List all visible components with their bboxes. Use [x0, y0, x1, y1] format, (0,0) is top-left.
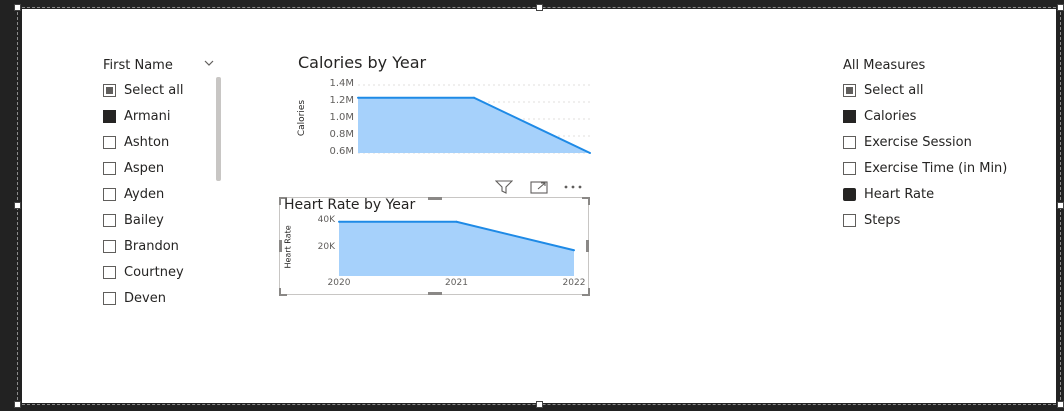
y-axis-label: Calories	[297, 99, 307, 137]
resize-corner-top-right[interactable]	[582, 197, 590, 205]
checkbox[interactable]	[103, 239, 116, 253]
slicer-item-label: Brandon	[124, 238, 179, 254]
checkbox[interactable]	[843, 109, 856, 123]
slicer-item[interactable]: Ashton	[103, 132, 169, 152]
slicer-item[interactable]: Brandon	[103, 236, 179, 256]
y-tick-label: 20K	[317, 241, 335, 252]
slicer-item-label: Steps	[864, 212, 901, 228]
slicer-item[interactable]: Exercise Session	[843, 132, 972, 152]
slicer-item[interactable]: Courtney	[103, 262, 184, 282]
resize-edge-right[interactable]	[586, 240, 589, 252]
resize-handle-top-left[interactable]	[14, 4, 21, 11]
slicer-item-label: Ayden	[124, 186, 165, 202]
x-tick-label: 2021	[445, 278, 468, 288]
resize-edge-top[interactable]	[428, 197, 442, 200]
checkbox[interactable]	[103, 213, 116, 227]
resize-edge-left[interactable]	[279, 240, 282, 252]
y-tick-label: 0.8M	[329, 129, 354, 140]
slicer-item-label: Exercise Session	[864, 134, 972, 150]
slicer-item-label: Armani	[124, 108, 171, 124]
checkbox[interactable]	[103, 187, 116, 201]
x-tick-label: 2020	[327, 278, 351, 288]
checkbox[interactable]	[843, 161, 856, 175]
checkbox[interactable]	[843, 83, 856, 97]
slicer-item[interactable]: Steps	[843, 210, 900, 230]
slicer-item-label: Bailey	[124, 212, 164, 228]
resize-edge-bottom[interactable]	[428, 292, 442, 295]
checkbox[interactable]	[103, 291, 116, 305]
resize-handle-left[interactable]	[14, 202, 21, 209]
checkbox[interactable]	[103, 265, 116, 279]
slicer-scrollbar[interactable]	[216, 77, 221, 181]
slicer-item[interactable]: Deven	[103, 288, 166, 308]
more-options-icon[interactable]	[563, 180, 583, 194]
resize-corner-bottom-right[interactable]	[582, 288, 590, 296]
y-tick-label: 40K	[317, 214, 335, 225]
chart-title: Calories by Year	[298, 53, 427, 72]
y-tick-label: 0.6M	[329, 146, 354, 157]
slicer-item[interactable]: Armani	[103, 106, 171, 126]
resize-handle-right[interactable]	[1057, 202, 1064, 209]
slicer-item-label: Select all	[864, 82, 924, 98]
slicer-item[interactable]: Select all	[103, 80, 183, 100]
checkbox[interactable]	[103, 83, 116, 97]
resize-corner-bottom-left[interactable]	[279, 288, 287, 296]
slicer-item[interactable]: Aspen	[103, 158, 164, 178]
x-tick-label: 2022	[562, 278, 586, 288]
resize-handle-top-right[interactable]	[1057, 4, 1064, 11]
resize-handle-bottom-left[interactable]	[14, 401, 21, 408]
slicer-item-label: Exercise Time (in Min)	[864, 160, 1008, 176]
checkbox[interactable]	[843, 135, 856, 149]
slicer-item[interactable]: Heart Rate	[843, 184, 934, 204]
slicer-item[interactable]: Ayden	[103, 184, 164, 204]
y-tick-label: 1.2M	[329, 95, 354, 106]
y-tick-label: 1.4M	[329, 78, 354, 89]
focus-mode-icon[interactable]	[530, 180, 548, 194]
y-tick-label: 1.0M	[329, 112, 354, 123]
slicer-item-label: Courtney	[124, 264, 184, 280]
slicer-item-label: Ashton	[124, 134, 170, 150]
filter-icon[interactable]	[495, 180, 513, 194]
chart-title: Heart Rate by Year	[284, 197, 416, 213]
chevron-down-icon[interactable]	[202, 56, 216, 70]
slicer-item-label: Deven	[124, 290, 166, 306]
checkbox[interactable]	[103, 109, 116, 123]
resize-handle-bottom[interactable]	[536, 401, 543, 408]
slicer-item[interactable]: Calories	[843, 106, 916, 126]
checkbox[interactable]	[843, 213, 856, 227]
checkbox[interactable]	[843, 187, 856, 201]
resize-handle-bottom-right[interactable]	[1057, 401, 1064, 408]
resize-handle-top[interactable]	[536, 4, 543, 11]
slicer-item-label: Select all	[124, 82, 184, 98]
slicer-item-label: Aspen	[124, 160, 165, 176]
checkbox[interactable]	[103, 161, 116, 175]
slicer-item[interactable]: Select all	[843, 80, 923, 100]
checkbox[interactable]	[103, 135, 116, 149]
slicer-item[interactable]: Bailey	[103, 210, 164, 230]
slicer-item-label: Heart Rate	[864, 186, 935, 202]
y-axis-label: Heart Rate	[283, 225, 293, 269]
slicer-item[interactable]: Exercise Time (in Min)	[843, 158, 1007, 178]
slicer-item-label: Calories	[864, 108, 917, 124]
slicer-title: All Measures	[843, 58, 926, 73]
slicer-title: First Name	[103, 58, 173, 73]
